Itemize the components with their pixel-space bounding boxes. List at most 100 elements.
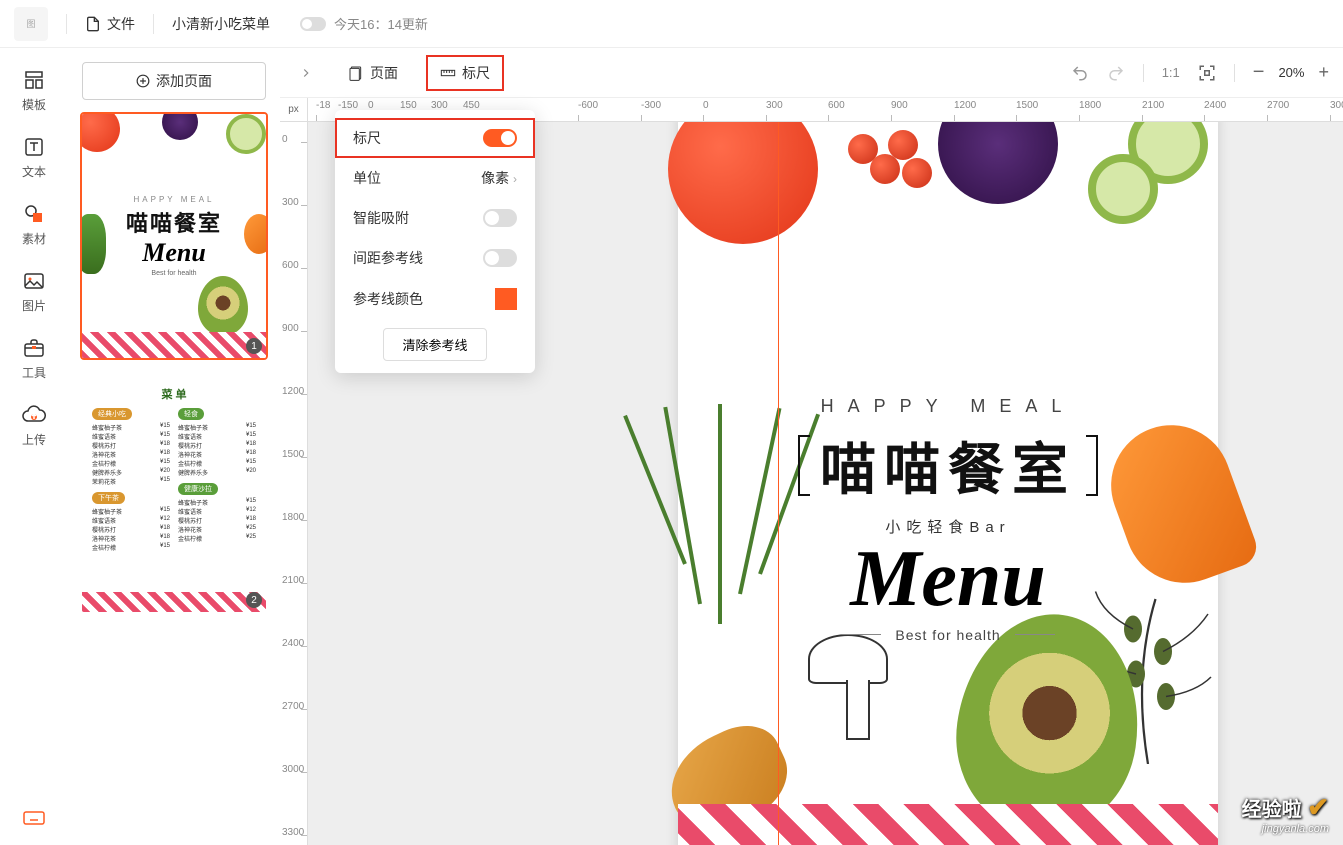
app-logo: 图 xyxy=(14,7,48,41)
sidebar-item-image[interactable]: 图片 xyxy=(22,269,46,314)
menu-item-line: 洛神花茶¥25 xyxy=(178,525,256,534)
menu-item-line: 维蜜语茶¥15 xyxy=(178,432,256,441)
thumbnail-content: 菜 单 经典小吃 蜂蜜柚子茶¥15维蜜语茶¥15樱桃苏打¥18洛神花茶¥18金桔… xyxy=(82,368,266,612)
sidebar-item-label: 上传 xyxy=(22,431,46,448)
menu-item-line: 健脾养乐多¥20 xyxy=(178,468,256,477)
category-badge: 下午茶 xyxy=(92,492,125,504)
guide-color-row: 参考线颜色 xyxy=(335,278,535,320)
happy-meal-text[interactable]: HAPPY MEAL xyxy=(821,396,1076,417)
main-title-text[interactable]: 喵喵餐室 xyxy=(804,425,1092,506)
fit-screen-button[interactable] xyxy=(1198,64,1216,82)
ruler-tick: 900 xyxy=(891,100,908,111)
ruler-tick: 0 xyxy=(703,100,709,111)
left-sidebar: 模板 文本 素材 图片 工具 上传 xyxy=(0,48,68,845)
snap-label: 智能吸附 xyxy=(353,208,409,228)
unit-label: 单位 xyxy=(353,168,381,188)
guide-color-swatch[interactable] xyxy=(495,288,517,310)
file-menu-button[interactable]: 文件 xyxy=(85,14,135,34)
page-number-badge: 2 xyxy=(246,592,262,608)
ruler-tick: 2700 xyxy=(282,701,304,712)
checker-border xyxy=(82,114,266,358)
ruler-tick: 900 xyxy=(282,323,299,334)
text-icon xyxy=(22,135,46,159)
fit-icon xyxy=(1198,64,1216,82)
chevron-right-icon: › xyxy=(513,172,517,186)
file-label: 文件 xyxy=(107,14,135,34)
checker-pattern xyxy=(678,804,1218,845)
ruler-tick: 1800 xyxy=(1079,100,1101,111)
page-icon xyxy=(348,65,364,81)
image-icon xyxy=(22,269,46,293)
sidebar-item-label: 图片 xyxy=(22,297,46,314)
menu-item-line: 维蜜语茶¥12 xyxy=(92,516,170,525)
menu-item-line: 樱桃苏打¥18 xyxy=(178,516,256,525)
ruler-tick: 3000 xyxy=(282,764,304,775)
collapse-panel-button[interactable] xyxy=(294,61,318,85)
divider xyxy=(66,14,67,34)
ruler-tick: -300 xyxy=(641,100,661,111)
vertical-ruler[interactable]: 0300600900120015001800210024002700300033… xyxy=(280,122,308,845)
menu-item-line: 金桔柠檬¥15 xyxy=(92,543,170,552)
sidebar-item-upload[interactable]: 上传 xyxy=(22,403,46,448)
ruler-unit-corner: px xyxy=(280,98,308,122)
menu-item-line: 蜂蜜柚子茶¥15 xyxy=(92,507,170,516)
menu-item-line: 金桔柠檬¥15 xyxy=(178,459,256,468)
page-thumbnail-1[interactable]: HAPPY MEAL 喵喵餐室 Menu Best for health 1 xyxy=(82,114,266,358)
zoom-out-button[interactable]: − xyxy=(1253,61,1265,84)
ruler-toggle[interactable] xyxy=(483,129,517,147)
ruler-tick: 2400 xyxy=(1204,100,1226,111)
ruler-tick: 3000 xyxy=(1330,100,1343,111)
subtitle-text[interactable]: 小吃轻食Bar xyxy=(885,516,1010,537)
spacing-guides-toggle[interactable] xyxy=(483,249,517,267)
ruler-tick: 1200 xyxy=(954,100,976,111)
spacing-label: 间距参考线 xyxy=(353,248,423,268)
autosave-toggle[interactable] xyxy=(300,17,326,31)
menu-item-line: 樱桃苏打¥18 xyxy=(92,441,170,450)
ruler-tick: 1200 xyxy=(282,386,304,397)
page-settings-button[interactable]: 页面 xyxy=(336,57,410,89)
sidebar-item-template[interactable]: 模板 xyxy=(22,68,46,113)
guide-color-label: 参考线颜色 xyxy=(353,289,423,309)
ruler-settings-button[interactable]: 标尺 xyxy=(428,57,502,89)
add-page-button[interactable]: 添加页面 xyxy=(82,62,266,100)
ruler-tick: 1500 xyxy=(1016,100,1038,111)
menu-item-line: 洛神花茶¥18 xyxy=(92,534,170,543)
category-badge: 经典小吃 xyxy=(92,408,132,420)
page-thumbnail-2[interactable]: 菜 单 经典小吃 蜂蜜柚子茶¥15维蜜语茶¥15樱桃苏打¥18洛神花茶¥18金桔… xyxy=(82,368,266,612)
ruler-tick: 2400 xyxy=(282,638,304,649)
menu-item-line: 维蜜语茶¥15 xyxy=(92,432,170,441)
ruler-tick: 300 xyxy=(766,100,783,111)
ruler-toggle-label: 标尺 xyxy=(353,128,381,148)
tagline-text[interactable]: Best for health xyxy=(841,627,1054,643)
unit-row[interactable]: 单位 像素 › xyxy=(335,158,535,198)
menu-item-line: 茉莉花茶¥15 xyxy=(92,477,170,486)
watermark: 经验啦 ✔ jingyanla.com xyxy=(1242,792,1329,835)
ruler-tick: 1800 xyxy=(282,512,304,523)
zoom-level[interactable]: 20% xyxy=(1278,65,1304,80)
pages-panel: 添加页面 HAPPY MEAL 喵喵餐室 Menu Best for healt… xyxy=(68,48,280,845)
ruler-dropdown-panel: 标尺 单位 像素 › 智能吸附 间距参考线 参考线颜色 清除参考线 xyxy=(335,110,535,373)
clear-guides-button[interactable]: 清除参考线 xyxy=(383,328,486,361)
undo-icon xyxy=(1071,64,1089,82)
ruler-button-label: 标尺 xyxy=(462,63,490,83)
keyboard-icon xyxy=(22,805,46,829)
redo-button[interactable] xyxy=(1107,64,1125,82)
sidebar-item-label: 模板 xyxy=(22,96,46,113)
sidebar-item-text[interactable]: 文本 xyxy=(22,135,46,180)
chevron-right-icon xyxy=(299,66,313,80)
file-icon xyxy=(85,16,101,32)
sidebar-item-tools[interactable]: 工具 xyxy=(22,336,46,381)
keyboard-shortcuts-button[interactable] xyxy=(22,805,46,829)
menu-item-line: 蜂蜜柚子茶¥15 xyxy=(178,498,256,507)
menu-item-line: 洛神花茶¥18 xyxy=(92,450,170,459)
undo-button[interactable] xyxy=(1071,64,1089,82)
actual-size-button[interactable]: 1:1 xyxy=(1162,65,1180,80)
design-canvas-page[interactable]: HAPPY MEAL 喵喵餐室 小吃轻食Bar Menu Best for he… xyxy=(678,122,1218,845)
document-title[interactable]: 小清新小吃菜单 xyxy=(172,14,270,34)
sidebar-item-asset[interactable]: 素材 xyxy=(22,202,46,247)
menu-script-text[interactable]: Menu xyxy=(850,543,1046,615)
zoom-in-button[interactable]: + xyxy=(1318,62,1329,83)
vertical-guide-line[interactable] xyxy=(778,122,779,845)
update-time: 今天16：14更新 xyxy=(334,14,428,33)
snap-toggle[interactable] xyxy=(483,209,517,227)
